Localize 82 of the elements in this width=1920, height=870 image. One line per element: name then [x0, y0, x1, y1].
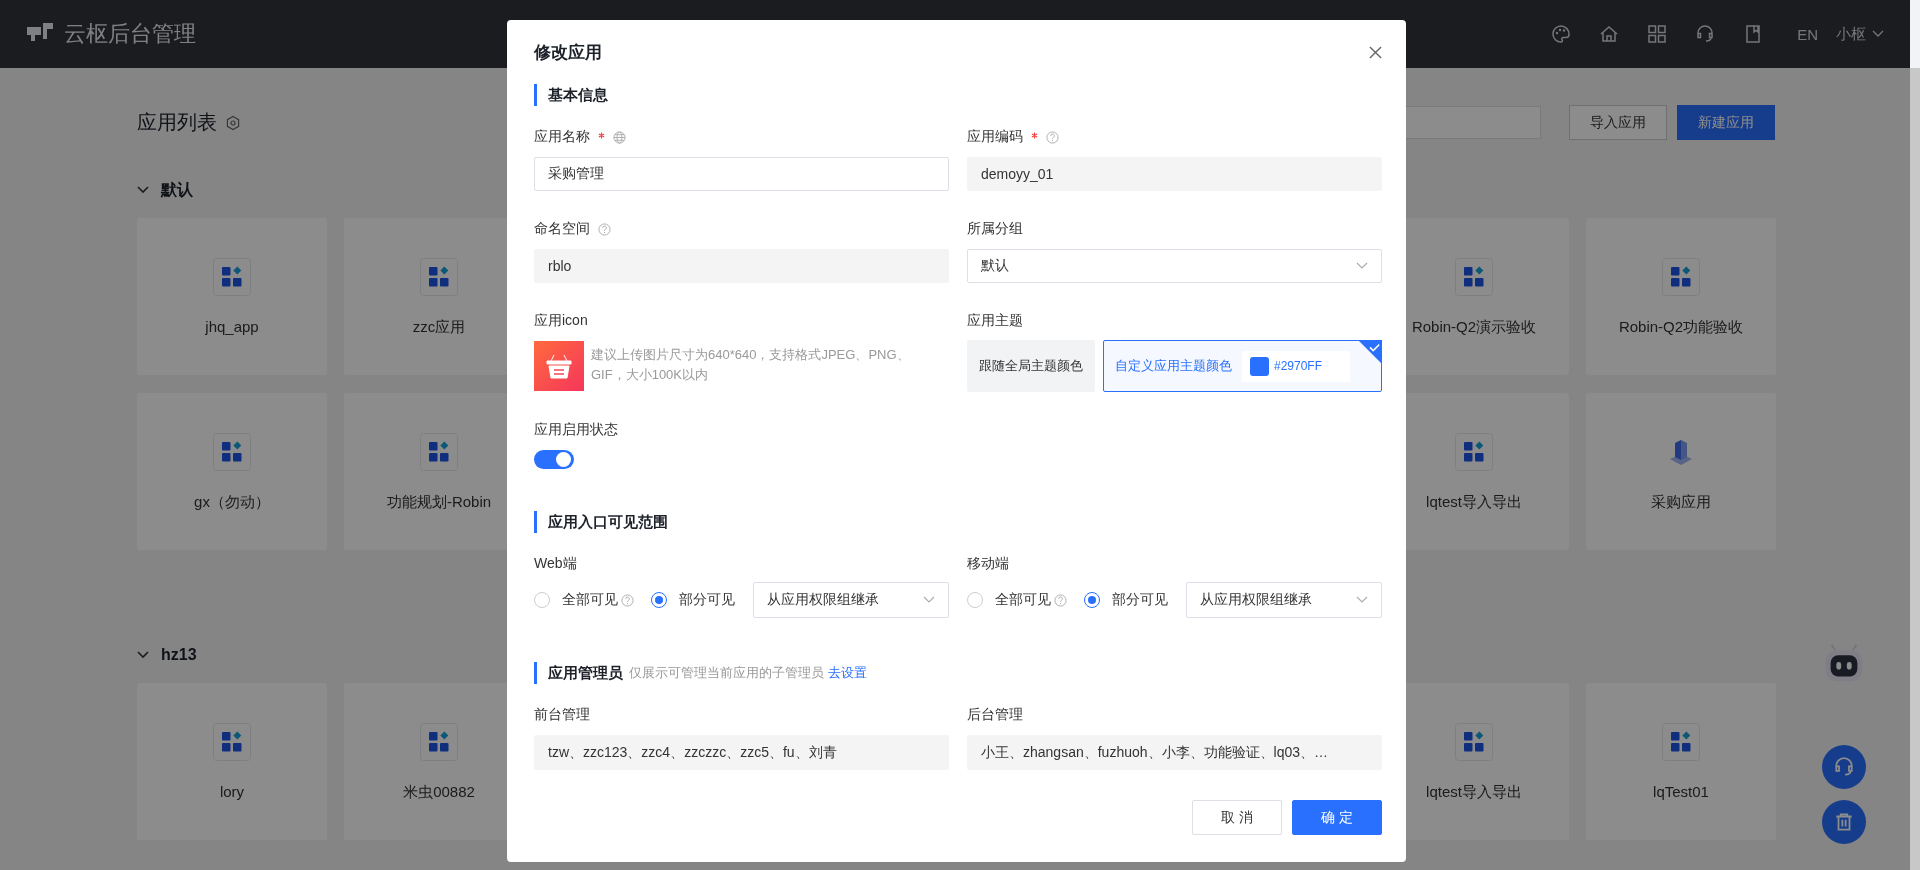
field-label: 命名空间 [534, 220, 590, 238]
group-title: hz13 [161, 646, 197, 664]
source-select[interactable]: 从应用权限组继承 [1186, 582, 1382, 618]
check-corner-icon [1358, 340, 1382, 364]
app-card[interactable]: jhq_app [137, 218, 327, 375]
app-title: 云枢后台管理 [64, 20, 196, 48]
confirm-button[interactable]: 确 定 [1292, 800, 1382, 835]
color-value: #2970FF [1274, 359, 1323, 373]
close-icon[interactable] [1369, 45, 1382, 59]
section-heading: 应用入口可见范围 [534, 511, 1382, 533]
app-grid-icon [1455, 433, 1493, 471]
option-label: 跟随全局主题颜色 [979, 357, 1083, 375]
app-grid-icon [420, 433, 458, 471]
palette-icon[interactable] [1551, 24, 1572, 44]
app-grid-icon [420, 723, 458, 761]
globe-icon[interactable] [613, 130, 626, 144]
dialog-title: 修改应用 [534, 41, 603, 64]
admin-list-field[interactable]: 小王、zhangsan、fuzhuoh、小李、功能验证、lq03、… [967, 735, 1382, 770]
radio-label[interactable]: 部分可见 [679, 591, 735, 609]
app-grid-icon [1455, 723, 1493, 761]
chevron-icon[interactable] [137, 651, 149, 659]
app-grid-icon [1455, 258, 1493, 296]
radio-label[interactable]: 全部可见 [562, 591, 618, 609]
toggle-switch[interactable] [534, 450, 574, 469]
trash-icon [1833, 811, 1855, 833]
field-label: 应用编码 [967, 128, 1023, 146]
headset-icon [1833, 756, 1855, 778]
chevron-down-icon [1356, 262, 1368, 270]
input-field[interactable]: 采购管理 [534, 157, 949, 191]
settings-icon[interactable] [225, 114, 241, 131]
section-heading: 应用管理员 [548, 663, 623, 683]
basket-icon[interactable] [534, 341, 584, 391]
field-label: 应用icon [534, 312, 588, 330]
home-icon[interactable] [1599, 24, 1620, 44]
settings-link[interactable]: 去设置 [828, 662, 867, 684]
theme-option[interactable]: 自定义应用主题颜色 #2970FF [1103, 340, 1382, 392]
section-note: 仅展示可管理当前应用的子管理员 [629, 664, 824, 682]
app-grid-icon [420, 258, 458, 296]
scrollbar[interactable] [1910, 68, 1920, 870]
radio-label[interactable]: 全部可见 [995, 591, 1051, 609]
section-heading: 基本信息 [534, 84, 1382, 106]
color-field[interactable]: #2970FF [1242, 350, 1350, 382]
headset-icon[interactable] [1695, 24, 1716, 44]
create-button[interactable]: 新建应用 [1677, 105, 1775, 140]
group-select[interactable]: 默认 [967, 249, 1382, 283]
user-menu[interactable]: 小枢 [1836, 24, 1866, 44]
field-label: 后台管理 [967, 706, 1023, 724]
source-select[interactable]: 从应用权限组继承 [753, 582, 949, 618]
app-card[interactable]: 采购应用 [1586, 393, 1776, 550]
radio-label[interactable]: 部分可见 [1112, 591, 1168, 609]
field-label: 移动端 [967, 555, 1009, 573]
app-card[interactable]: lory [137, 683, 327, 840]
support-button[interactable] [1822, 745, 1866, 789]
group-title: 默认 [161, 179, 193, 200]
app-grid-icon [213, 258, 251, 296]
app-grid-icon [1662, 723, 1700, 761]
cancel-button[interactable]: 取 消 [1192, 800, 1282, 835]
trash-button[interactable] [1822, 800, 1866, 844]
app-grid-icon [213, 723, 251, 761]
field-label: 应用名称 [534, 128, 590, 146]
app-card[interactable]: Robin-Q2功能验收 [1586, 218, 1776, 375]
chevron-down-icon[interactable] [1872, 30, 1884, 38]
chevron-icon[interactable] [137, 186, 149, 194]
field-label: 所属分组 [967, 220, 1023, 238]
page-title: 应用列表 [137, 110, 217, 135]
app-grid-icon [213, 433, 251, 471]
import-button[interactable]: 导入应用 [1569, 105, 1667, 140]
language-link[interactable]: EN [1797, 25, 1818, 43]
field-label: 前台管理 [534, 706, 590, 724]
field-label: 应用启用状态 [534, 421, 618, 439]
app-card[interactable]: gx（勿动） [137, 393, 327, 550]
option-label: 自定义应用主题颜色 [1115, 357, 1232, 375]
upload-hint: 建议上传图片尺寸为640*640，支持格式JPEG、PNG、GIF，大小100K以内 [591, 346, 911, 384]
app-grid-icon [1662, 258, 1700, 296]
chevron-down-icon [923, 596, 935, 604]
theme-option[interactable]: 跟随全局主题颜色 [967, 340, 1095, 392]
field-label: Web端 [534, 555, 577, 573]
admin-list-field[interactable]: tzw、zzc123、zzc4、zzczzc、zzc5、fu、刘青 [534, 735, 949, 770]
field-label: 应用主题 [967, 312, 1023, 330]
app-card[interactable]: lqTest01 [1586, 683, 1776, 840]
grid-icon[interactable] [1647, 24, 1668, 44]
chevron-down-icon [1356, 596, 1368, 604]
